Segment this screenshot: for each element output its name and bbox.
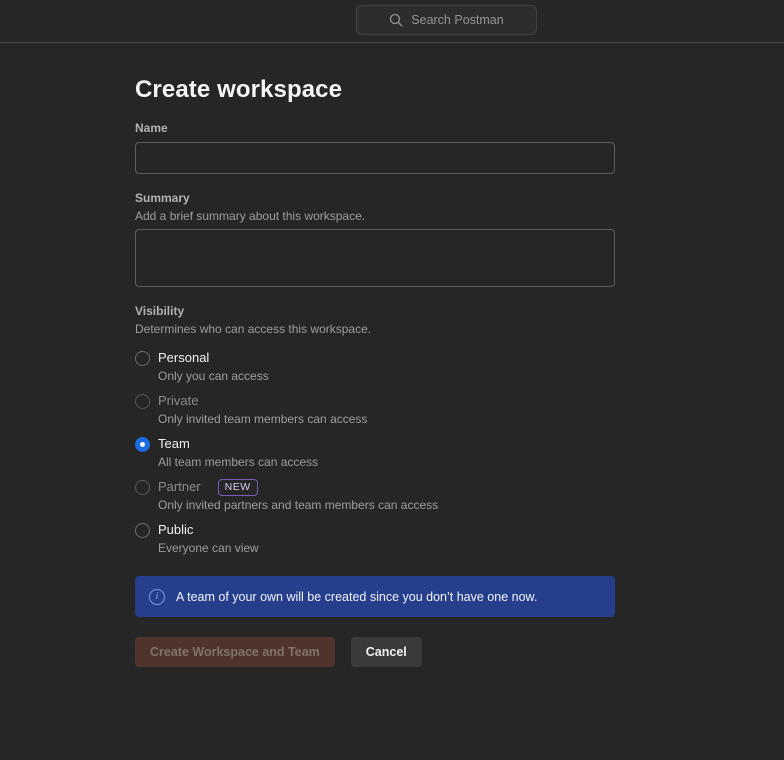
visibility-option-personal: Personal Only you can access xyxy=(135,350,615,384)
option-description: Only invited team members can access xyxy=(158,412,615,427)
name-label: Name xyxy=(135,121,615,136)
option-description: Everyone can view xyxy=(158,541,615,556)
option-label: Personal xyxy=(158,350,209,366)
visibility-option-team: Team All team members can access xyxy=(135,436,615,470)
visibility-options: Personal Only you can access Private Onl… xyxy=(135,350,615,556)
radio-public[interactable]: Public xyxy=(135,522,615,538)
name-input[interactable] xyxy=(135,142,615,174)
new-badge: NEW xyxy=(218,479,258,496)
visibility-option-public: Public Everyone can view xyxy=(135,522,615,556)
summary-textarea[interactable] xyxy=(135,229,615,287)
radio-circle-public[interactable] xyxy=(135,523,150,538)
cancel-button[interactable]: Cancel xyxy=(351,637,422,667)
global-search[interactable]: Search Postman xyxy=(356,5,537,35)
banner-text: A team of your own will be created since… xyxy=(176,590,537,604)
team-info-banner: i A team of your own will be created sin… xyxy=(135,576,615,617)
summary-helper: Add a brief summary about this workspace… xyxy=(135,209,615,224)
option-label: Team xyxy=(158,436,190,452)
visibility-option-partner: Partner NEW Only invited partners and te… xyxy=(135,479,615,513)
create-workspace-form: Create workspace Name Summary Add a brie… xyxy=(0,76,615,667)
summary-label: Summary xyxy=(135,191,615,206)
option-label: Public xyxy=(158,522,193,538)
radio-circle-partner xyxy=(135,480,150,495)
radio-private: Private xyxy=(135,393,615,409)
top-bar: Search Postman xyxy=(0,0,784,43)
radio-team[interactable]: Team xyxy=(135,436,615,452)
radio-partner: Partner NEW xyxy=(135,479,615,495)
radio-circle-team-selected[interactable] xyxy=(135,437,150,452)
radio-circle-private xyxy=(135,394,150,409)
option-label: Private xyxy=(158,393,198,409)
visibility-option-private: Private Only invited team members can ac… xyxy=(135,393,615,427)
create-workspace-button: Create Workspace and Team xyxy=(135,637,335,667)
form-actions: Create Workspace and Team Cancel xyxy=(135,637,615,667)
search-placeholder: Search Postman xyxy=(411,13,503,27)
info-icon: i xyxy=(149,589,165,605)
page-title: Create workspace xyxy=(135,76,615,104)
radio-personal[interactable]: Personal xyxy=(135,350,615,366)
visibility-helper: Determines who can access this workspace… xyxy=(135,322,615,337)
option-description: Only you can access xyxy=(158,369,615,384)
option-label: Partner xyxy=(158,479,201,495)
option-description: All team members can access xyxy=(158,455,615,470)
visibility-label: Visibility xyxy=(135,304,615,319)
search-icon xyxy=(389,13,403,27)
option-description: Only invited partners and team members c… xyxy=(158,498,615,513)
radio-circle-personal[interactable] xyxy=(135,351,150,366)
